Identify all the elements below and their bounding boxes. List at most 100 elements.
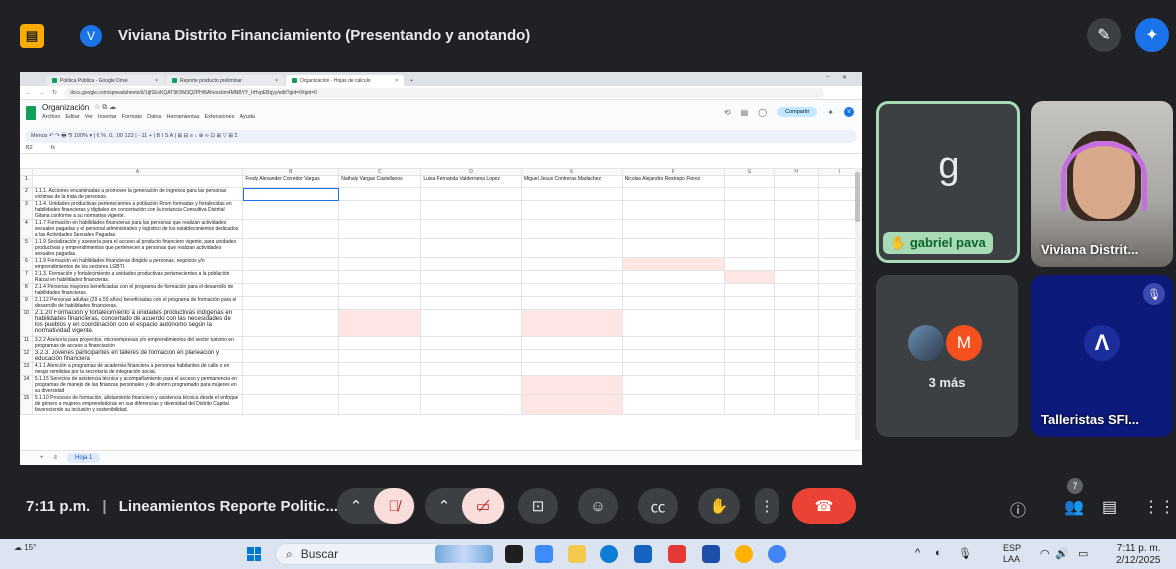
cell[interactable] [420,187,522,201]
cell[interactable] [520,309,623,337]
cell[interactable] [723,375,775,395]
cell-description[interactable]: 5.1.15 Servicios de asistencia técnica y… [31,375,244,395]
document-title[interactable]: Organización [42,103,89,112]
more-options-button[interactable]: ⋮ [755,488,779,524]
cell[interactable] [621,257,725,271]
cell[interactable] [420,283,522,297]
cell-person-name[interactable]: Miguel Jesus Contreras Madachez [520,175,623,188]
cell[interactable] [621,283,725,297]
language-indicator[interactable]: ESP LAA [1003,543,1021,565]
taskbar-clock[interactable]: 7:11 p. m. 2/12/2025 [1116,543,1161,567]
cell-description[interactable]: 4.1.1 Atención a programas de academia f… [31,362,244,376]
cell-description[interactable] [31,175,244,188]
column-header[interactable]: H [773,168,819,176]
row-header[interactable]: 14 [20,375,33,395]
menu-edit[interactable]: Editar [65,114,79,120]
close-icon[interactable]: × [395,78,398,84]
cell-description[interactable]: 1.1.4. Unidades productivas pertenecient… [31,200,244,220]
cell-person-name[interactable]: Luisa Fernanda Valderrama Lopez [420,175,522,188]
minimize-icon[interactable]: – [826,74,829,80]
chrome-icon[interactable] [735,545,753,563]
mcafee-icon[interactable] [668,545,686,563]
cell[interactable] [242,270,340,284]
row-header[interactable]: 12 [20,349,33,363]
cell[interactable] [621,187,725,201]
row-header[interactable]: 1 [20,175,33,188]
cell[interactable] [723,270,775,284]
cell-description[interactable]: 1.1.1. Acciones encaminadas a promover l… [31,187,244,201]
cell[interactable] [520,238,623,258]
weather-widget[interactable]: ☁ 15° [14,543,44,565]
history-icon[interactable]: ⟲ [724,108,731,117]
cell[interactable] [520,187,623,201]
cell-description[interactable]: 3.2.3. Jóvenes participantes en talleres… [31,349,244,363]
cell-description[interactable]: 3.2.2 Asesoría para proyectos, microempr… [31,336,244,350]
participant-tile-gabriel[interactable]: g ✋ gabriel pava [876,101,1020,263]
cell[interactable] [338,336,422,350]
terminal-icon[interactable] [505,545,523,563]
cell[interactable] [242,283,340,297]
cell[interactable] [773,175,819,188]
cell[interactable] [242,200,340,220]
cell[interactable] [420,336,522,350]
raise-hand-button[interactable]: ✋ [698,488,740,524]
taskbar-search[interactable]: ⌕ Buscar [275,543,445,565]
user-avatar[interactable]: V [844,107,854,117]
chrome-profile-icon[interactable] [768,545,786,563]
cell[interactable] [723,257,775,271]
battery-icon[interactable]: ▭ [1078,547,1088,560]
cell[interactable] [621,336,725,350]
cell[interactable] [338,257,422,271]
cell[interactable] [723,309,775,337]
cell[interactable] [520,362,623,376]
cell[interactable] [338,219,422,239]
share-button[interactable]: Compartir [777,107,818,117]
row-header[interactable]: 4 [20,219,33,239]
menu-data[interactable]: Datos [147,114,161,120]
cell[interactable] [773,394,819,415]
row-header[interactable]: 5 [20,238,33,258]
cell[interactable] [773,362,819,376]
cell[interactable] [242,362,340,376]
row-header[interactable]: 11 [20,336,33,350]
forward-icon[interactable]: → [39,90,45,96]
gemini-sparkle-button[interactable]: ✦ [1135,18,1169,52]
cell[interactable] [773,219,819,239]
cell[interactable] [520,394,623,415]
store-icon[interactable] [634,545,652,563]
cell[interactable] [773,309,819,337]
comment-icon[interactable]: ▤ [741,108,749,117]
emoji-button[interactable]: ☺ [578,488,618,524]
cell[interactable] [420,362,522,376]
wifi-icon[interactable]: ◠ [1040,547,1050,560]
cell[interactable] [723,219,775,239]
cell[interactable] [773,187,819,201]
cell[interactable] [420,200,522,220]
cell[interactable] [621,309,725,337]
row-header[interactable]: 9 [20,296,33,310]
cell[interactable] [420,309,522,337]
row-header[interactable]: 7 [20,270,33,284]
cell[interactable] [520,283,623,297]
cell[interactable] [242,349,340,363]
cell[interactable] [242,257,340,271]
cell[interactable] [242,238,340,258]
cell[interactable] [420,219,522,239]
cell[interactable] [338,200,422,220]
cell[interactable] [338,375,422,395]
cell[interactable] [723,394,775,415]
chevron-up-icon[interactable]: ⌃ [338,497,374,515]
column-header[interactable]: A [31,168,244,176]
cell[interactable] [773,296,819,310]
all-sheets-icon[interactable]: ≡ [54,455,58,461]
close-window-icon[interactable]: ✕ [842,74,847,81]
cell[interactable] [520,296,623,310]
gemini-icon[interactable]: ✦ [827,108,834,117]
menu-format[interactable]: Formato [122,114,142,120]
cell[interactable] [723,175,775,188]
cell[interactable] [621,394,725,415]
cell[interactable] [420,375,522,395]
cell-person-name[interactable]: Fredy Alexander Corredor Vargas [242,175,340,188]
cell[interactable] [773,238,819,258]
participant-tile-more[interactable]: M 3 más [876,275,1018,437]
